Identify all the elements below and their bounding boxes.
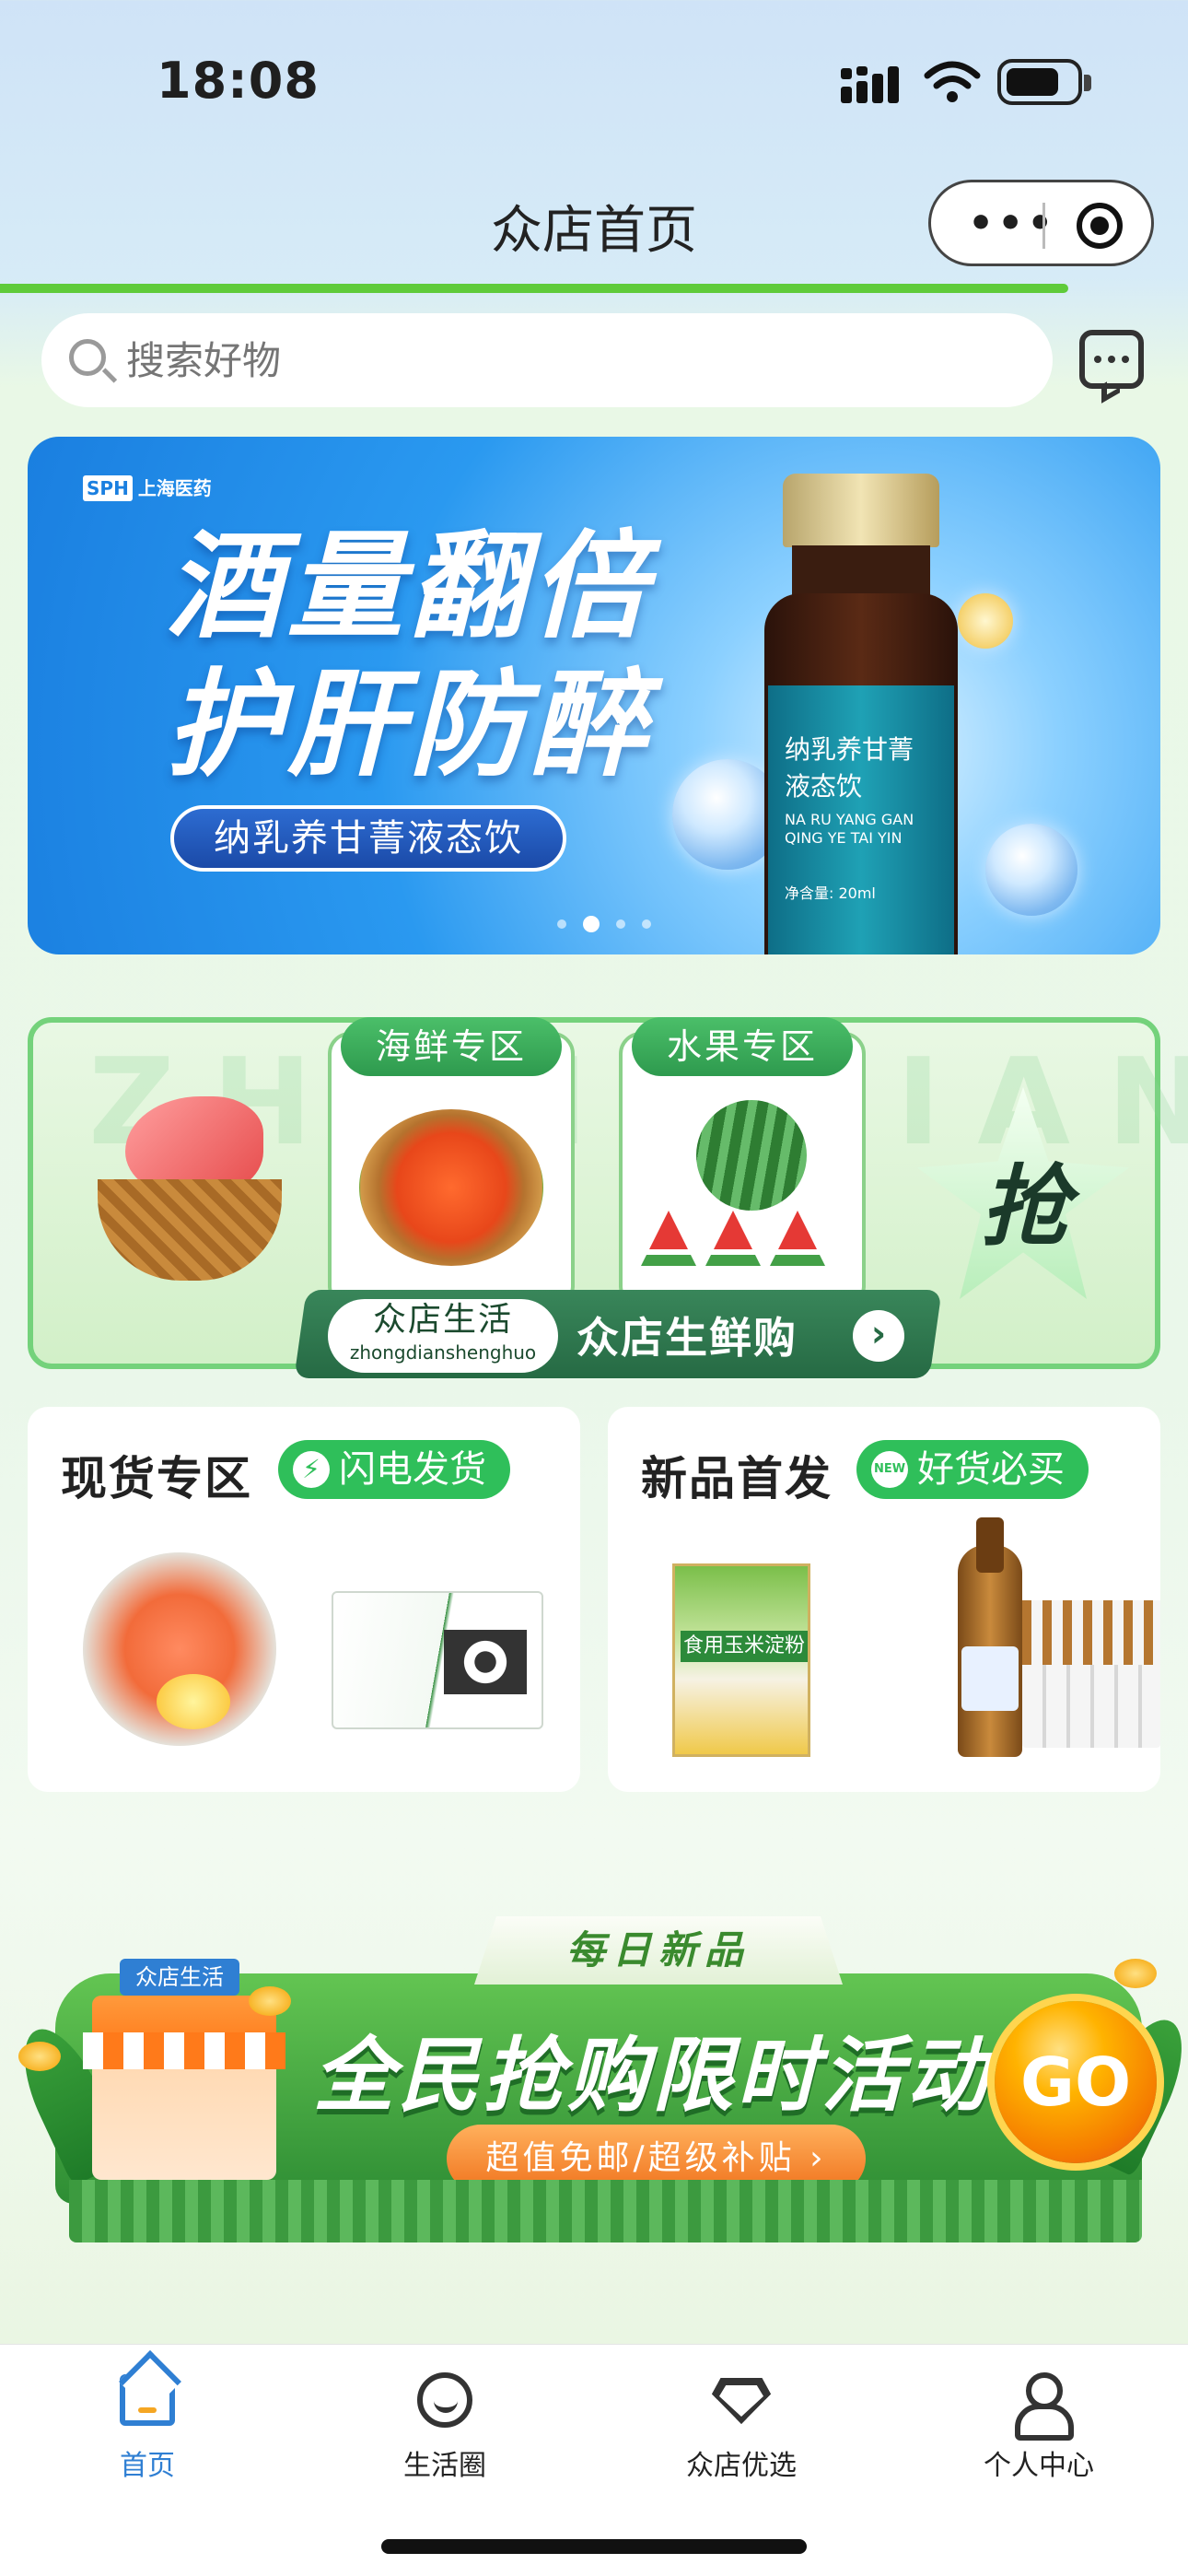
home-icon [120,2374,175,2426]
carousel-indicator [557,916,651,932]
activity-sub-label: 超值免邮/超级补贴 [485,2139,796,2177]
banner-brand: SPH 上海医药 [83,474,212,501]
card-title: 新品首发 [641,1452,833,1505]
banner-headline: 酒量翻倍 护肝防醉 [166,518,652,794]
tab-label: 众店优选 [686,2450,797,2482]
card-title: 现货专区 [61,1452,252,1505]
daily-new-tag: 每日新品 [474,1916,843,1985]
store-name: 众店生活 [372,1301,513,1339]
coin-decoration [18,2042,61,2071]
diamond-icon [712,2378,771,2424]
watermelon-slice [705,1211,761,1266]
battery-icon [997,59,1091,105]
store-name-pill: 众店生活 zhongdianshenghuo [328,1299,558,1373]
seafood-category[interactable]: 海鲜专区 [328,1017,575,1308]
tab-life-circle[interactable]: 生活圈 [353,2365,537,2485]
search-icon [69,339,106,376]
chat-bubble-icon[interactable] [1079,330,1144,389]
lightning-icon: ⚡ [293,1451,330,1488]
banner-product-pill: 纳乳养甘菁液态饮 [170,805,566,872]
shop-sign: 众店生活 [120,1959,239,1996]
card-badge-label: 好货必买 [917,1448,1065,1491]
activity-platform [69,2180,1142,2242]
fruit-tag: 水果专区 [632,1017,853,1076]
search-input[interactable] [126,313,1029,407]
bottle-volume: 净含量: 20ml [785,884,876,902]
beer-crate-image [1022,1600,1160,1748]
go-button[interactable]: GO [995,2001,1157,2163]
coin-decoration [249,1986,291,2016]
tab-profile[interactable]: 个人中心 [947,2365,1131,2485]
carousel-dot [557,919,566,929]
banner-headline-2: 护肝防醉 [166,657,652,792]
user-icon [1015,2372,1074,2441]
tab-label: 生活圈 [403,2450,486,2482]
fresh-title: 众店生鲜购 [577,1313,798,1363]
new-arrivals-card[interactable]: 新品首发 NEW 好货必买 食用玉米淀粉 [608,1407,1160,1792]
loading-progress-bar [0,284,1068,293]
chevron-right-icon[interactable]: › [853,1310,904,1362]
wifi-icon [924,61,981,102]
status-time: 18:08 [157,52,320,110]
mini-program-capsule: ••• [928,180,1154,266]
bottle-pinyin: NA RU YANG GAN QING YE TAI YIN [785,811,914,847]
banner-brand-name: 上海医药 [137,477,212,499]
banner-orb [958,593,1013,649]
corn-bag-label: 食用玉米淀粉 [681,1631,808,1662]
tab-home[interactable]: 首页 [55,2365,239,2485]
chevron-right-icon: › [809,2139,827,2177]
watermelon-image [696,1100,807,1211]
activity-banner[interactable]: 每日新品 众店生活 全民抢购限时活动 超值免邮/超级补贴 › GO [0,1903,1188,2290]
watermelon-slice [770,1211,825,1266]
coin-decoration [1114,1959,1157,1988]
tab-label: 首页 [120,2450,175,2482]
capsule-divider [1042,203,1045,249]
crab-plate-image [359,1109,543,1266]
corn-starch-bag-image: 食用玉米淀粉 [672,1563,810,1757]
carousel-dot-active [583,916,600,932]
search-bar[interactable] [41,313,1053,407]
cellular-signal-icon [841,66,899,103]
promo-banner[interactable]: SPH 上海医药 酒量翻倍 护肝防醉 纳乳养甘菁液态饮 纳乳养甘菁液态饮 NA RU … [28,437,1160,954]
chat-circle-icon [417,2372,472,2428]
seafood-tag: 海鲜专区 [341,1017,562,1076]
home-indicator [381,2539,807,2554]
banner-headline-1: 酒量翻倍 [166,519,652,654]
new-icon: NEW [871,1451,908,1488]
fish-basket-image [70,1096,300,1281]
watermelon-slice [641,1211,696,1266]
product-bottle-image: 纳乳养甘菁液态饮 NA RU YANG GAN QING YE TAI YIN 净含… [764,474,958,954]
store-pinyin: zhongdianshenghuo [349,1341,537,1364]
beer-bottle-image [958,1517,1022,1757]
bottle-label: 纳乳养甘菁液态饮 [785,734,914,802]
tab-selected[interactable]: 众店优选 [649,2365,833,2485]
grab-label[interactable]: 抢 [965,1161,1085,1253]
fresh-zone-panel[interactable]: ZHONGDIAN 海鲜专区 水果专区 抢 众店生活 zhongdianshen… [28,1017,1188,1378]
carousel-dot [642,919,651,929]
lemon-image [157,1674,230,1729]
carousel-dot [616,919,625,929]
card-badge: ⚡ 闪电发货 [278,1440,510,1499]
card-badge-label: 闪电发货 [339,1448,486,1491]
sph-logo: SPH [83,475,133,501]
target-circle-icon[interactable] [1077,203,1123,249]
card-badge: NEW 好货必买 [856,1440,1089,1499]
in-stock-card[interactable]: 现货专区 ⚡ 闪电发货 [28,1407,580,1792]
tab-label: 个人中心 [984,2450,1094,2482]
fruit-category[interactable]: 水果专区 [619,1017,866,1308]
banner-orb [985,824,1077,916]
milk-box-image [332,1591,543,1729]
shop-illustration: 众店生活 [83,1959,285,2180]
activity-headline: 全民抢购限时活动 [313,2028,992,2123]
